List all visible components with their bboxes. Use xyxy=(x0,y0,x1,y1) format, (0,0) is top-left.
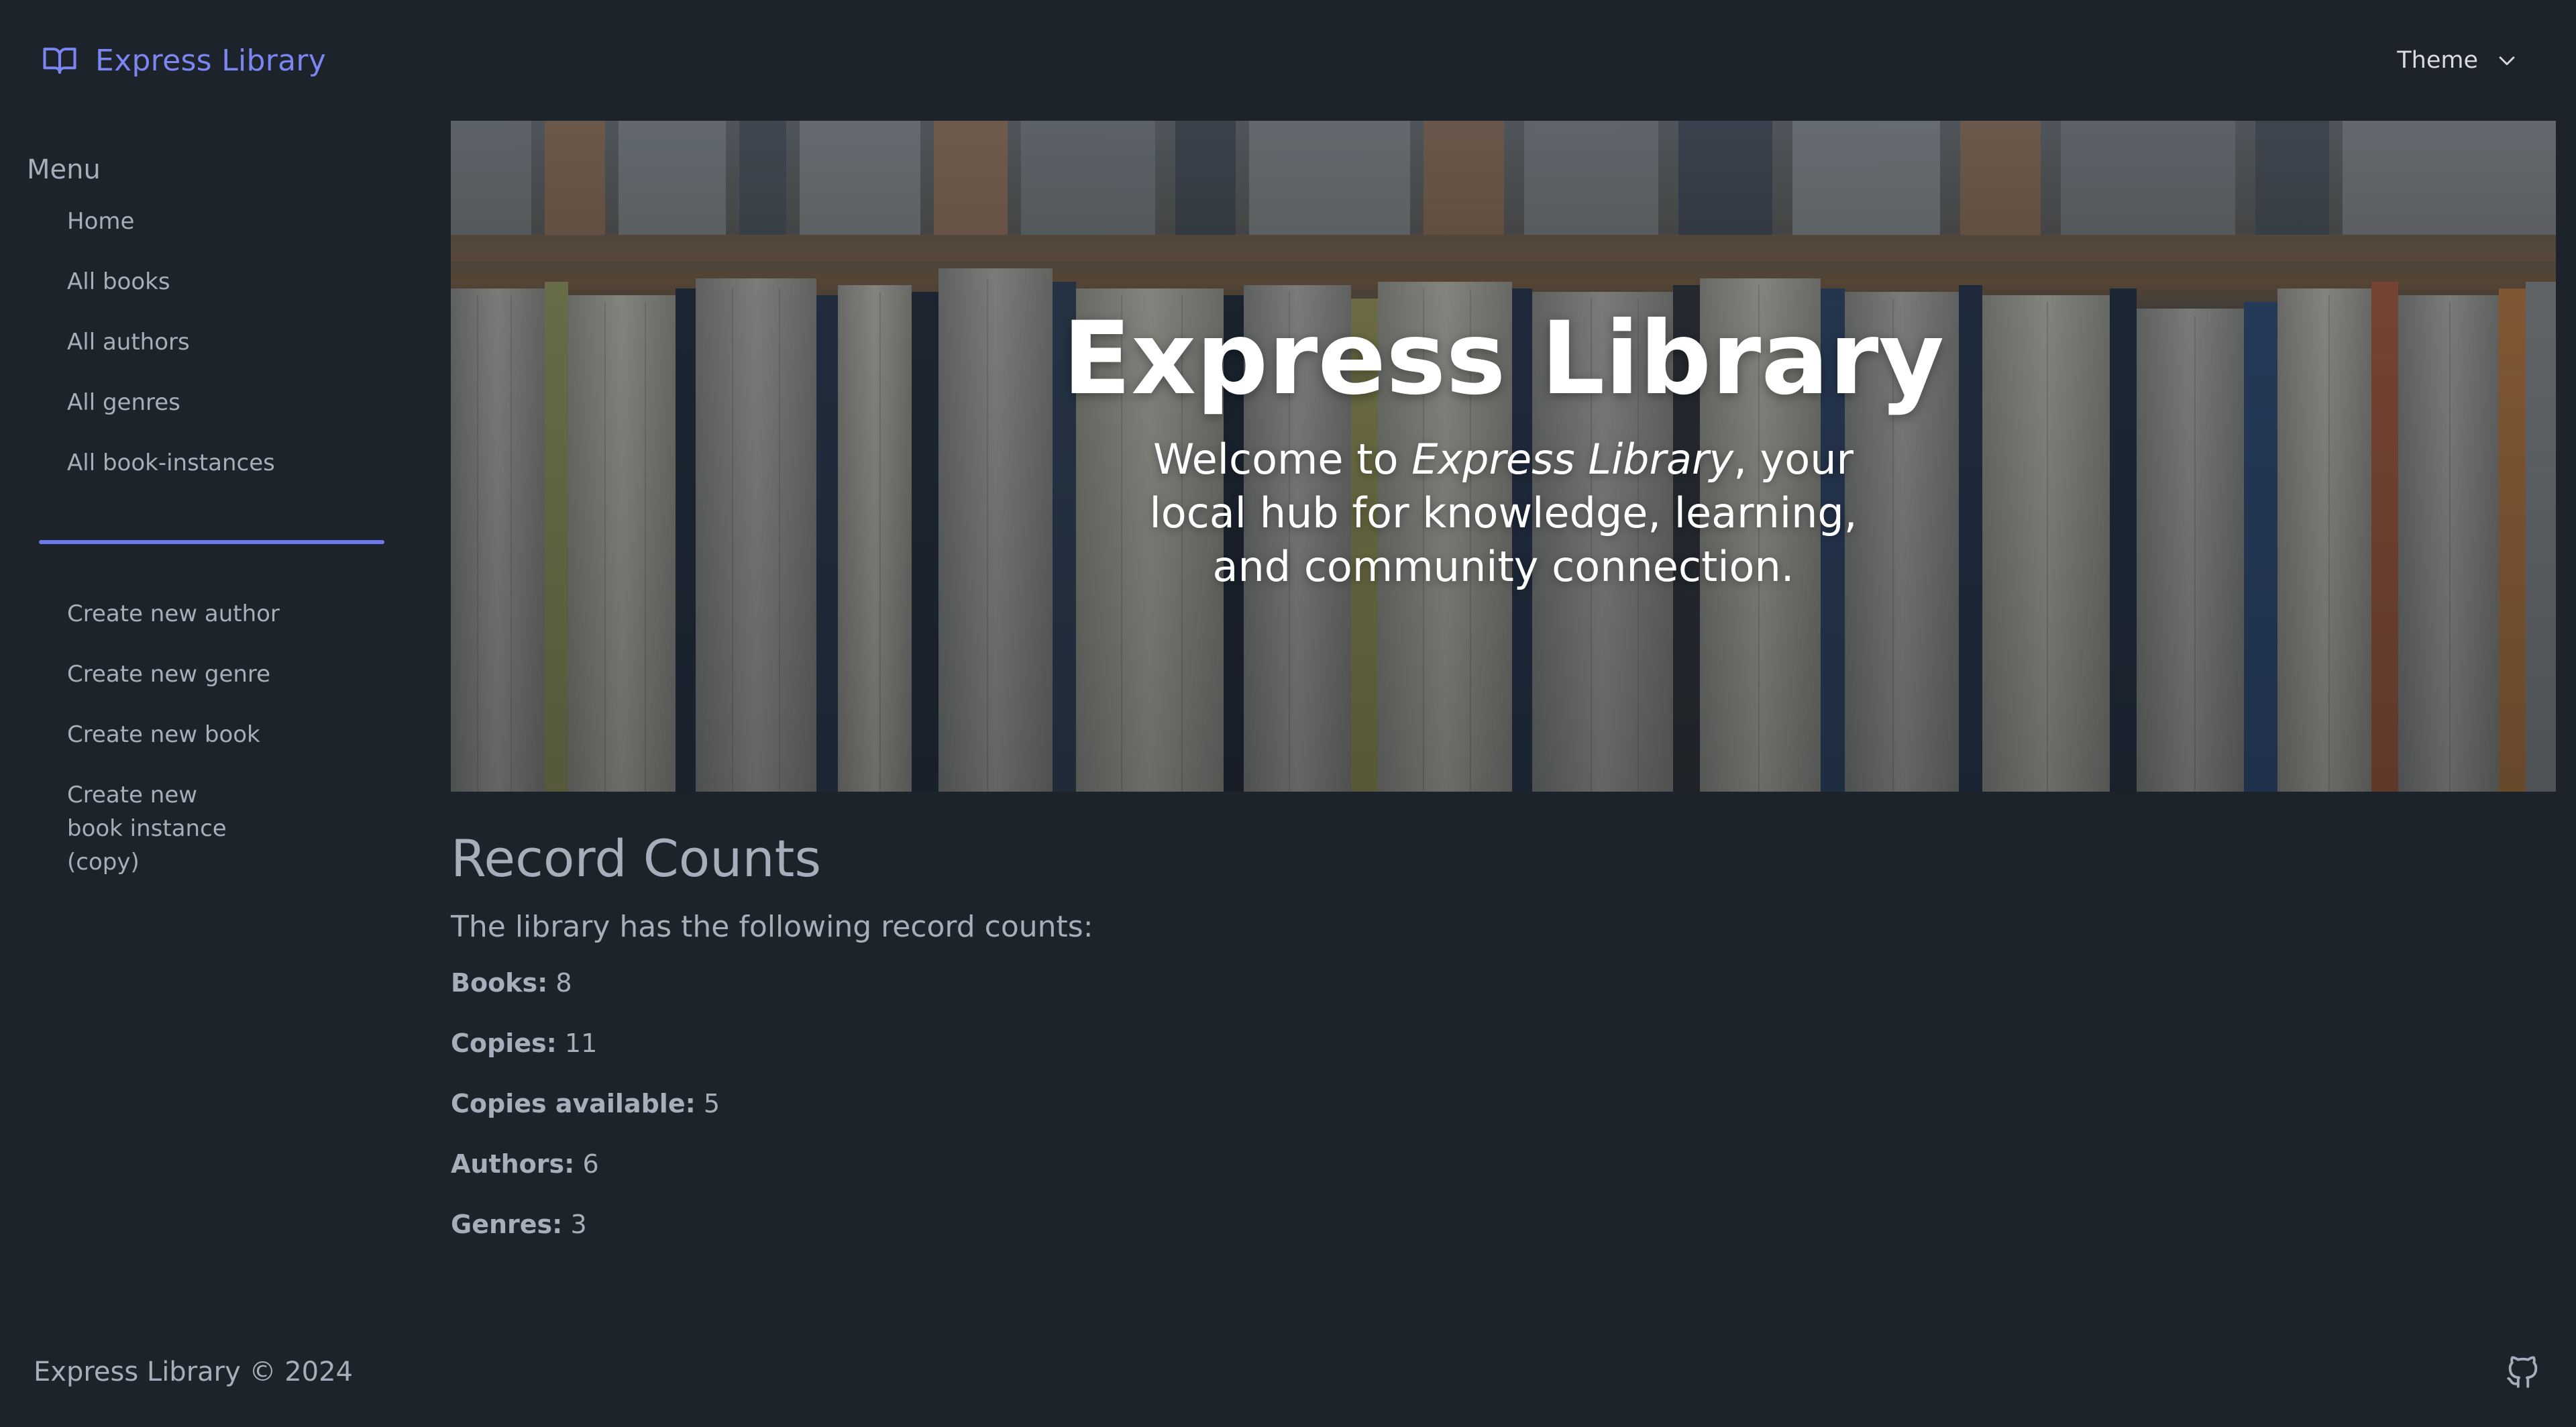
count-value: 5 xyxy=(703,1089,720,1118)
hero-subtitle: Welcome to Express Library, your local h… xyxy=(1128,433,1879,594)
record-counts-title: Record Counts xyxy=(451,829,822,888)
hero-title: Express Library xyxy=(1062,301,1945,417)
theme-dropdown-button[interactable]: Theme xyxy=(2381,34,2534,87)
footer-copyright: Express Library © 2024 xyxy=(34,1357,353,1387)
count-genres: Genres: 3 xyxy=(451,1208,2463,1241)
menu-title: Menu xyxy=(27,154,101,185)
footer: Express Library © 2024 xyxy=(0,1335,2576,1409)
sidebar-item-create-author[interactable]: Create new author xyxy=(40,597,389,631)
theme-label: Theme xyxy=(2397,47,2478,74)
count-label: Copies: xyxy=(451,1028,557,1058)
github-icon xyxy=(2507,1356,2538,1388)
count-value: 3 xyxy=(570,1210,587,1239)
count-value: 6 xyxy=(582,1149,599,1179)
hero-subtitle-prefix: Welcome to xyxy=(1152,435,1412,484)
create-menu: Create new author Create new genre Creat… xyxy=(40,597,389,906)
sidebar-item-create-genre[interactable]: Create new genre xyxy=(40,657,389,691)
count-copies: Copies: 11 xyxy=(451,1026,2463,1060)
main-content: Record Counts The library has the follow… xyxy=(451,825,2463,1268)
sidebar-item-all-genres[interactable]: All genres xyxy=(40,386,389,419)
nav-menu: Home All books All authors All genres Al… xyxy=(40,205,389,507)
count-label: Copies available: xyxy=(451,1089,696,1118)
record-counts-lead: The library has the following record cou… xyxy=(451,910,1093,944)
brand-link[interactable]: Express Library xyxy=(42,42,326,78)
navbar: Express Library Theme xyxy=(0,0,2576,121)
count-label: Authors: xyxy=(451,1149,575,1179)
open-book-icon xyxy=(43,48,76,74)
hero-banner: Express Library Welcome to Express Libra… xyxy=(451,121,2556,792)
menu-divider xyxy=(39,540,384,544)
sidebar-item-all-authors[interactable]: All authors xyxy=(40,325,389,359)
record-counts-list: Books: 8 Copies: 11 Copies available: 5 … xyxy=(451,966,2463,1241)
count-value: 8 xyxy=(555,968,572,998)
count-label: Books: xyxy=(451,968,548,998)
sidebar-item-all-book-instances[interactable]: All book-instances xyxy=(40,446,389,480)
chevron-down-icon xyxy=(2499,56,2515,66)
hero-content: Express Library Welcome to Express Libra… xyxy=(451,299,2556,594)
count-authors: Authors: 6 xyxy=(451,1147,2463,1181)
brand-title: Express Library xyxy=(95,43,327,78)
sidebar-item-create-book-instance[interactable]: Create new book instance (copy) xyxy=(40,778,275,879)
github-link[interactable] xyxy=(2504,1353,2542,1391)
count-copies-available: Copies available: 5 xyxy=(451,1087,2463,1120)
hero-subtitle-emphasis: Express Library xyxy=(1411,435,1734,484)
sidebar-item-all-books[interactable]: All books xyxy=(40,265,389,299)
sidebar-item-home[interactable]: Home xyxy=(40,205,389,238)
count-books: Books: 8 xyxy=(451,966,2463,1000)
count-label: Genres: xyxy=(451,1210,563,1239)
count-value: 11 xyxy=(564,1028,598,1058)
sidebar-item-create-book[interactable]: Create new book xyxy=(40,718,389,751)
sidebar: Menu Home All books All authors All genr… xyxy=(0,121,416,1281)
